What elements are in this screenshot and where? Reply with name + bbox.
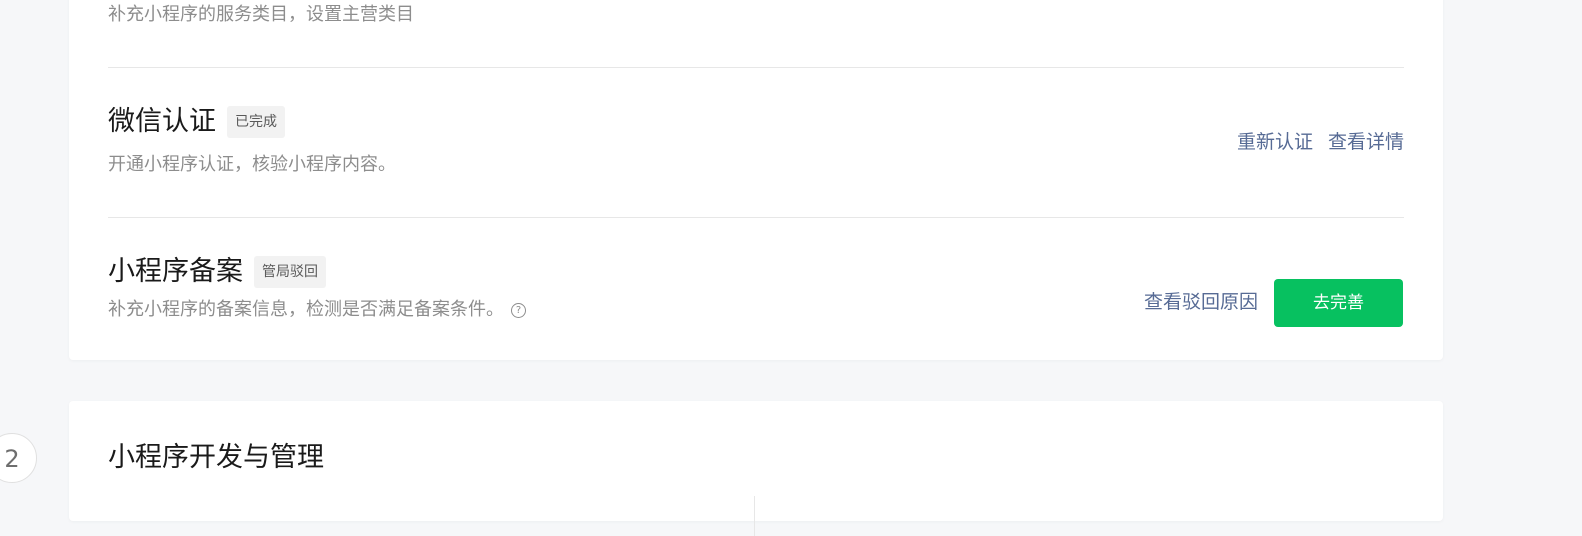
- status-badge-rejected: 管局驳回: [254, 256, 326, 288]
- filing-title-row: 小程序备案 管局驳回: [108, 255, 326, 289]
- reverify-link[interactable]: 重新认证: [1237, 130, 1313, 154]
- wechat-verify-title-row: 微信认证 已完成: [108, 105, 285, 139]
- divider: [108, 217, 1404, 218]
- filing-title: 小程序备案: [108, 256, 243, 287]
- vertical-divider: [754, 496, 755, 536]
- account-setup-card: 补充小程序的服务类目，设置主营类目 微信认证 已完成 开通小程序认证，核验小程序…: [69, 0, 1443, 360]
- wechat-verify-description: 开通小程序认证，核验小程序内容。: [108, 154, 396, 175]
- section-title: 小程序开发与管理: [108, 442, 324, 473]
- wechat-verify-title: 微信认证: [108, 106, 216, 137]
- step-number-badge: 2: [0, 433, 37, 483]
- dev-management-card: 小程序开发与管理: [69, 401, 1443, 536]
- view-reject-reason-link[interactable]: 查看驳回原因: [1144, 290, 1258, 314]
- category-description: 补充小程序的服务类目，设置主营类目: [108, 4, 414, 25]
- status-badge-completed: 已完成: [227, 106, 285, 138]
- filing-description: 补充小程序的备案信息，检测是否满足备案条件。: [108, 299, 504, 320]
- divider: [108, 67, 1404, 68]
- help-icon[interactable]: ?: [511, 302, 526, 318]
- filing-description-row: 补充小程序的备案信息，检测是否满足备案条件。 ?: [108, 298, 526, 322]
- complete-filing-button[interactable]: 去完善: [1274, 279, 1403, 327]
- view-details-link[interactable]: 查看详情: [1328, 130, 1404, 154]
